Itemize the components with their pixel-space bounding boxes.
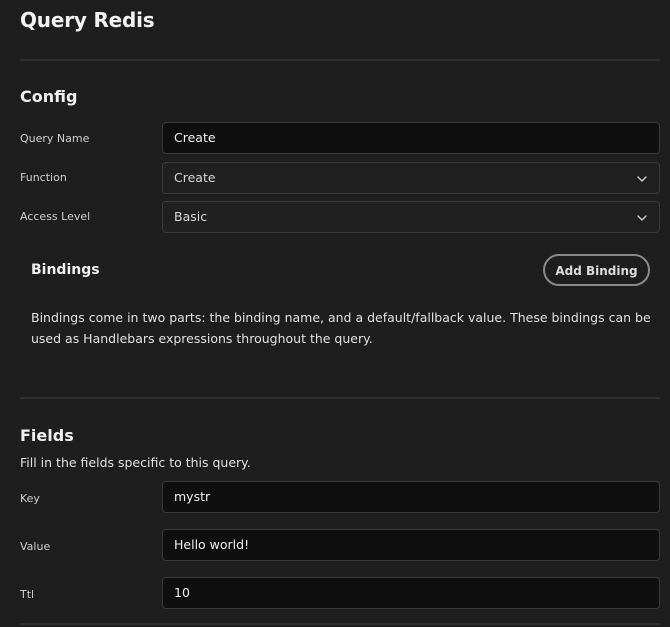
add-binding-button[interactable]: Add Binding: [543, 254, 650, 286]
page-title: Query Redis: [20, 8, 155, 32]
ttl-label: Ttl: [20, 588, 35, 601]
access-level-select[interactable]: Basic: [162, 201, 660, 233]
chevron-down-icon: [637, 215, 647, 221]
value-input[interactable]: Hello world!: [162, 529, 660, 561]
key-label: Key: [20, 492, 40, 505]
function-select[interactable]: Create: [162, 162, 660, 194]
function-label: Function: [20, 171, 67, 184]
bindings-title: Bindings: [31, 262, 100, 278]
config-section-title: Config: [20, 87, 78, 106]
bindings-description: Bindings come in two parts: the binding …: [31, 310, 651, 346]
divider: [20, 623, 660, 625]
function-select-value: Create: [174, 170, 216, 185]
access-level-select-value: Basic: [174, 209, 208, 224]
query-name-label: Query Name: [20, 132, 90, 145]
query-name-input[interactable]: Create: [162, 122, 660, 154]
query-redis-page: Query Redis Config Query Name Create Fun…: [0, 0, 670, 627]
chevron-down-icon: [637, 176, 647, 182]
divider: [20, 59, 660, 61]
fields-description: Fill in the fields specific to this quer…: [20, 455, 251, 470]
key-input[interactable]: mystr: [162, 481, 660, 513]
access-level-label: Access Level: [20, 210, 91, 223]
ttl-input[interactable]: 10: [162, 577, 660, 609]
fields-section-title: Fields: [20, 426, 74, 445]
value-label: Value: [20, 540, 51, 553]
divider: [20, 397, 660, 399]
